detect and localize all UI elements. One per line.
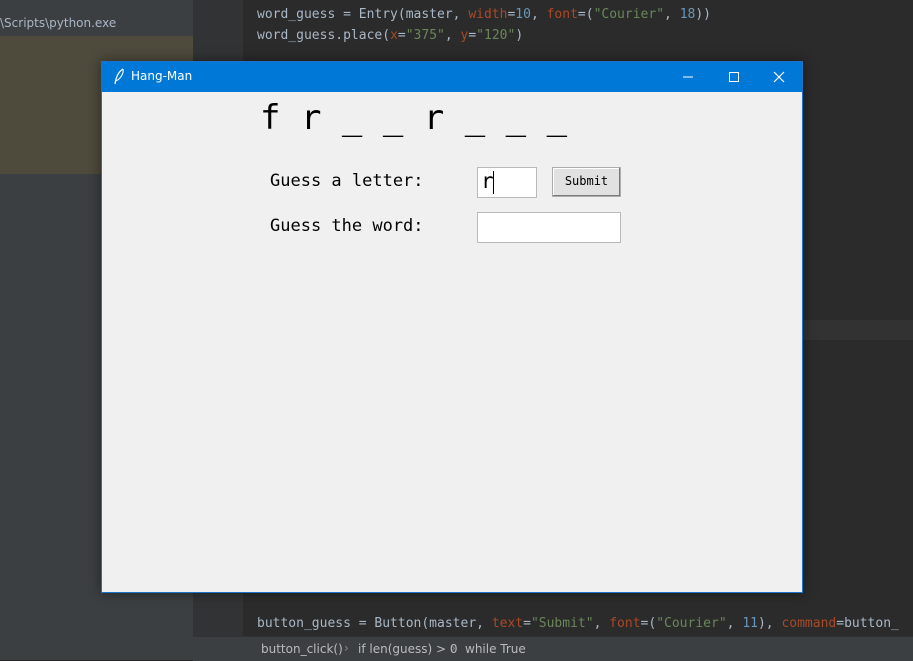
code-token: font [609, 616, 641, 631]
letter-guess-input[interactable]: r [477, 167, 537, 198]
close-button[interactable] [756, 62, 802, 92]
code-token: width [468, 7, 508, 22]
code-token: "Submit" [530, 616, 594, 631]
code-token: text [491, 616, 524, 631]
code-token: command [781, 616, 837, 631]
maximize-button[interactable] [711, 62, 757, 92]
breadcrumb-item[interactable]: while True [465, 642, 526, 656]
current-line-highlight [803, 320, 913, 340]
feather-icon [114, 68, 124, 85]
code-token: , [593, 616, 610, 631]
code-token: word_guess = Entry(master, [257, 7, 469, 22]
breadcrumb-separator-icon: › [344, 641, 349, 655]
letter-guess-value: r [481, 169, 494, 193]
window-title: Hang-Man [131, 69, 193, 83]
code-line-38[interactable]: word_guess = Entry(master, width=10, fon… [257, 7, 711, 22]
code-token: ), [757, 616, 782, 631]
code-token: =( [640, 616, 657, 631]
minimize-icon [683, 76, 693, 78]
code-token: x [390, 28, 398, 43]
code-token: "120" [476, 28, 516, 43]
close-icon [773, 71, 785, 83]
code-token: , [726, 616, 743, 631]
code-token: font [546, 7, 578, 22]
code-token: = [397, 28, 406, 43]
submit-button[interactable]: Submit [552, 167, 621, 197]
code-token: =( [577, 7, 594, 22]
code-line-67[interactable]: button_guess = Button(master, text="Subm… [257, 616, 899, 631]
code-token: word_guess.place( [257, 28, 391, 43]
code-token: )) [695, 7, 711, 22]
text-caret [493, 171, 494, 194]
breadcrumb-item[interactable]: if len(guess) > 0 [358, 642, 458, 656]
code-token: , [444, 28, 461, 43]
word-guess-input[interactable] [477, 212, 621, 243]
maximize-icon [729, 72, 739, 82]
code-token: = [523, 616, 531, 631]
letter-guess-label: Guess a letter: [270, 171, 424, 191]
code-token: ) [515, 28, 524, 43]
minimize-button[interactable] [665, 62, 711, 92]
breadcrumb: button_click() › if len(guess) > 0 › whi… [193, 636, 913, 661]
code-token: 18 [679, 7, 696, 22]
code-token: = [468, 28, 477, 43]
code-token: , [664, 7, 680, 22]
code-token: "Courier" [656, 616, 727, 631]
code-token: =button_ [836, 616, 899, 631]
code-token: "375" [405, 28, 445, 43]
hangman-window: Hang-Man f r _ _ r _ _ _ Guess a letter:… [101, 61, 803, 593]
title-bar[interactable]: Hang-Man [102, 62, 802, 92]
breadcrumb-item[interactable]: button_click() [261, 642, 343, 656]
code-token: 10 [515, 7, 531, 22]
interpreter-path[interactable]: \Scripts\python.exe [0, 16, 116, 30]
code-token: "Courier" [593, 7, 665, 22]
code-token: button_guess = Button(master, [257, 616, 492, 631]
code-token: 11 [742, 616, 758, 631]
breadcrumb-separator-icon: › [451, 641, 456, 655]
code-token: , [530, 7, 547, 22]
word-guess-label: Guess the word: [270, 216, 424, 236]
code-line-39[interactable]: word_guess.place(x="375", y="120") [257, 28, 523, 43]
word-progress-display: f r _ _ r _ _ _ [260, 98, 568, 138]
